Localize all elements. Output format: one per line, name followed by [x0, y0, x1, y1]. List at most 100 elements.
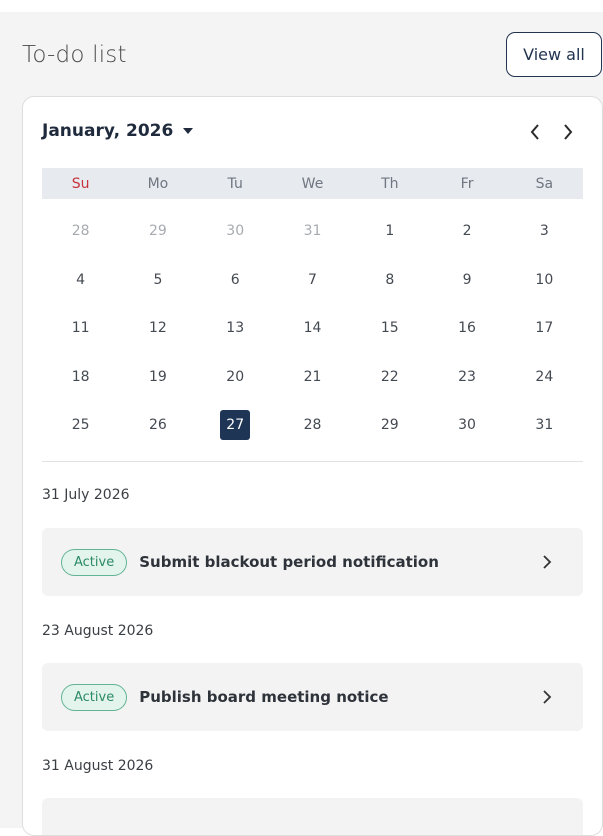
calendar-day[interactable]: 26: [119, 401, 196, 450]
weekday-label: Fr: [460, 175, 474, 192]
day-number: 28: [71, 223, 90, 240]
calendar-day[interactable]: 24: [506, 353, 583, 402]
calendar-day[interactable]: 28: [274, 401, 351, 450]
day-number: 10: [535, 271, 554, 288]
calendar-day[interactable]: 8: [351, 256, 428, 305]
calendar-day[interactable]: 22: [351, 353, 428, 402]
calendar-day[interactable]: 3: [506, 207, 583, 256]
day-number: 8: [385, 271, 395, 288]
task-title: Publish board meeting notice: [139, 688, 389, 706]
day-number: 5: [153, 271, 163, 288]
calendar-grid: 28 29 30 31 1 2 3 4 5 6 7 8 9 10 11 12 1…: [42, 207, 583, 450]
day-number: 2: [462, 223, 472, 240]
view-all-button[interactable]: View all: [506, 32, 602, 77]
calendar-day[interactable]: 19: [119, 353, 196, 402]
day-number: 1: [385, 223, 395, 240]
task-title: Submit blackout period notification: [139, 553, 439, 571]
todo-panel: To-do list View all January, 2026 Su Mo …: [0, 12, 603, 836]
calendar-day[interactable]: 28: [42, 207, 119, 256]
day-number: 24: [535, 368, 554, 385]
day-number: 29: [380, 417, 399, 434]
day-number: 18: [71, 368, 90, 385]
day-number: 13: [226, 320, 245, 337]
day-number: 9: [462, 271, 472, 288]
chevron-left-icon: [530, 124, 539, 140]
calendar-day[interactable]: 9: [428, 256, 505, 305]
task-date-heading: 23 August 2026: [42, 623, 154, 639]
calendar-day[interactable]: 25: [42, 401, 119, 450]
month-label: January, 2026: [42, 121, 174, 141]
day-number: 7: [308, 271, 317, 288]
calendar-day[interactable]: 6: [197, 256, 274, 305]
weekday-label: We: [301, 175, 324, 192]
weekday-label: Mo: [147, 175, 169, 192]
calendar-day[interactable]: 13: [197, 304, 274, 353]
calendar-day[interactable]: 30: [428, 401, 505, 450]
task-item-partial[interactable]: [42, 798, 583, 835]
calendar-day[interactable]: 29: [351, 401, 428, 450]
day-number: 27: [220, 410, 251, 441]
day-number: 6: [230, 271, 240, 288]
day-number: 28: [303, 417, 322, 434]
caret-down-icon: [183, 128, 194, 134]
day-number: 15: [380, 320, 399, 337]
day-number: 23: [458, 368, 476, 385]
day-number: 17: [535, 320, 554, 337]
next-month-button[interactable]: [555, 118, 581, 146]
calendar-day[interactable]: 1: [351, 207, 428, 256]
task-date-heading: 31 July 2026: [42, 487, 130, 503]
chevron-right-icon: [535, 550, 559, 574]
status-badge: Active: [61, 683, 128, 711]
status-badge: Active: [61, 548, 128, 576]
day-number: 29: [149, 223, 167, 240]
calendar-day[interactable]: 7: [274, 256, 351, 305]
calendar-day[interactable]: 12: [119, 304, 196, 353]
day-number: 22: [380, 368, 399, 385]
day-number: 30: [458, 417, 476, 434]
day-number: 31: [303, 223, 322, 240]
calendar-day[interactable]: 2: [428, 207, 505, 256]
task-item[interactable]: Active Publish board meeting notice: [42, 663, 583, 731]
day-number: 14: [303, 320, 322, 337]
calendar-day[interactable]: 16: [428, 304, 505, 353]
day-number: 11: [71, 320, 90, 337]
calendar-day[interactable]: 11: [42, 304, 119, 353]
weekday-header: Su Mo Tu We Th Fr Sa: [42, 168, 583, 199]
calendar-day[interactable]: 29: [119, 207, 196, 256]
day-number: 20: [226, 368, 245, 385]
day-number: 4: [76, 271, 86, 288]
calendar-day[interactable]: 14: [274, 304, 351, 353]
task-date-heading: 31 August 2026: [42, 758, 154, 774]
previous-month-button[interactable]: [522, 118, 548, 146]
calendar-day[interactable]: 10: [506, 256, 583, 305]
page-title: To-do list: [22, 42, 127, 68]
chevron-right-icon: [535, 685, 559, 709]
day-number: 31: [535, 417, 554, 434]
calendar-day[interactable]: 5: [119, 256, 196, 305]
calendar-day[interactable]: 23: [428, 353, 505, 402]
day-number: 30: [226, 223, 245, 240]
calendar-day[interactable]: 20: [197, 353, 274, 402]
weekday-label: Tu: [227, 175, 243, 192]
day-number: 25: [71, 417, 90, 434]
task-item[interactable]: Active Submit blackout period notificati…: [42, 528, 583, 596]
calendar-day[interactable]: 31: [274, 207, 351, 256]
calendar-day[interactable]: 18: [42, 353, 119, 402]
weekday-label: Su: [71, 175, 90, 192]
weekday-label: Sa: [535, 175, 554, 192]
calendar-day-selected[interactable]: 27: [197, 401, 274, 450]
calendar-day[interactable]: 21: [274, 353, 351, 402]
day-number: 12: [149, 320, 167, 337]
divider: [42, 461, 583, 462]
day-number: 3: [539, 223, 549, 240]
day-number: 26: [149, 417, 167, 434]
day-number: 21: [303, 368, 322, 385]
calendar-day[interactable]: 15: [351, 304, 428, 353]
calendar-day[interactable]: 30: [197, 207, 274, 256]
month-selector[interactable]: January, 2026: [42, 121, 194, 141]
calendar-day[interactable]: 17: [506, 304, 583, 353]
chevron-right-icon: [564, 124, 573, 140]
day-number: 16: [458, 320, 476, 337]
calendar-day[interactable]: 31: [506, 401, 583, 450]
calendar-day[interactable]: 4: [42, 256, 119, 305]
